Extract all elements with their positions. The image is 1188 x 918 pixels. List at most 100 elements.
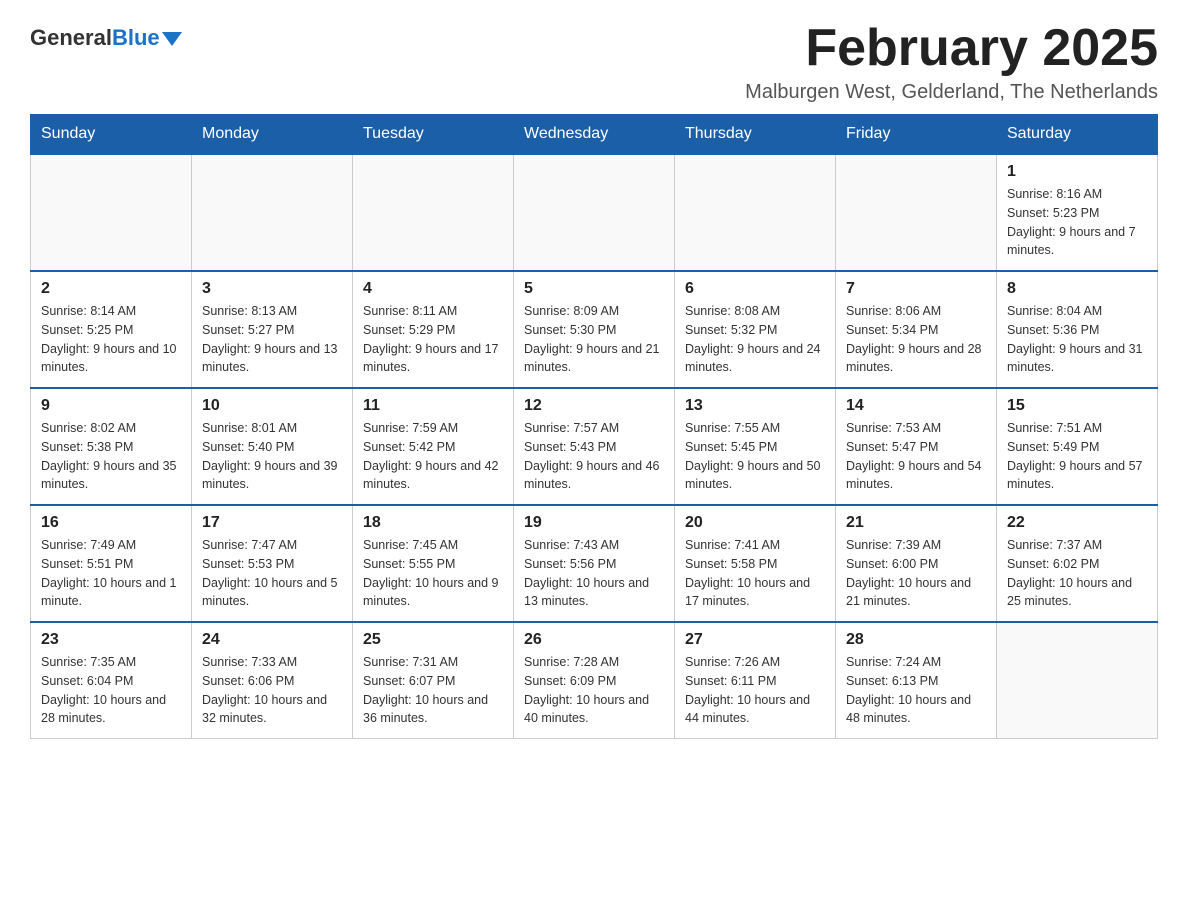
day-of-week-saturday: Saturday (997, 115, 1158, 155)
calendar-cell: 18 Sunrise: 7:45 AM Sunset: 5:55 PM Dayli… (353, 505, 514, 622)
calendar-cell: 1 Sunrise: 8:16 AM Sunset: 5:23 PM Daylig… (997, 154, 1158, 271)
day-info: Sunrise: 8:09 AM Sunset: 5:30 PM Dayligh… (524, 302, 664, 377)
day-of-week-tuesday: Tuesday (353, 115, 514, 155)
calendar-cell: 17 Sunrise: 7:47 AM Sunset: 5:53 PM Dayli… (192, 505, 353, 622)
day-number: 10 (202, 397, 342, 415)
day-of-week-sunday: Sunday (31, 115, 192, 155)
day-of-week-friday: Friday (836, 115, 997, 155)
day-info: Sunrise: 7:39 AM Sunset: 6:00 PM Dayligh… (846, 536, 986, 611)
calendar-cell: 24 Sunrise: 7:33 AM Sunset: 6:06 PM Dayli… (192, 622, 353, 739)
day-info: Sunrise: 7:47 AM Sunset: 5:53 PM Dayligh… (202, 536, 342, 611)
day-number: 13 (685, 397, 825, 415)
day-number: 16 (41, 514, 181, 532)
day-info: Sunrise: 7:24 AM Sunset: 6:13 PM Dayligh… (846, 653, 986, 728)
day-number: 1 (1007, 163, 1147, 181)
day-info: Sunrise: 8:06 AM Sunset: 5:34 PM Dayligh… (846, 302, 986, 377)
calendar-cell: 5 Sunrise: 8:09 AM Sunset: 5:30 PM Daylig… (514, 271, 675, 388)
calendar-week-4: 16 Sunrise: 7:49 AM Sunset: 5:51 PM Dayli… (31, 505, 1158, 622)
day-info: Sunrise: 7:33 AM Sunset: 6:06 PM Dayligh… (202, 653, 342, 728)
day-number: 3 (202, 280, 342, 298)
day-number: 21 (846, 514, 986, 532)
calendar-cell: 4 Sunrise: 8:11 AM Sunset: 5:29 PM Daylig… (353, 271, 514, 388)
day-info: Sunrise: 7:53 AM Sunset: 5:47 PM Dayligh… (846, 419, 986, 494)
day-number: 7 (846, 280, 986, 298)
calendar-cell: 20 Sunrise: 7:41 AM Sunset: 5:58 PM Dayli… (675, 505, 836, 622)
calendar-cell: 22Sunrise: 7:37 AM Sunset: 6:02 PM Dayli… (997, 505, 1158, 622)
calendar-week-2: 2 Sunrise: 8:14 AM Sunset: 5:25 PM Daylig… (31, 271, 1158, 388)
day-number: 20 (685, 514, 825, 532)
calendar-week-3: 9Sunrise: 8:02 AM Sunset: 5:38 PM Daylig… (31, 388, 1158, 505)
day-info: Sunrise: 7:55 AM Sunset: 5:45 PM Dayligh… (685, 419, 825, 494)
calendar-cell (192, 154, 353, 271)
calendar-cell: 6 Sunrise: 8:08 AM Sunset: 5:32 PM Daylig… (675, 271, 836, 388)
calendar-cell: 16 Sunrise: 7:49 AM Sunset: 5:51 PM Dayli… (31, 505, 192, 622)
day-info: Sunrise: 7:43 AM Sunset: 5:56 PM Dayligh… (524, 536, 664, 611)
day-number: 19 (524, 514, 664, 532)
calendar-table: SundayMondayTuesdayWednesdayThursdayFrid… (30, 114, 1158, 739)
location-subtitle: Malburgen West, Gelderland, The Netherla… (745, 81, 1158, 104)
calendar-cell: 15 Sunrise: 7:51 AM Sunset: 5:49 PM Dayli… (997, 388, 1158, 505)
day-info: Sunrise: 7:51 AM Sunset: 5:49 PM Dayligh… (1007, 419, 1147, 494)
calendar-cell: 19 Sunrise: 7:43 AM Sunset: 5:56 PM Dayli… (514, 505, 675, 622)
day-number: 5 (524, 280, 664, 298)
day-number: 12 (524, 397, 664, 415)
calendar-cell: 11Sunrise: 7:59 AM Sunset: 5:42 PM Dayli… (353, 388, 514, 505)
day-number: 14 (846, 397, 986, 415)
day-number: 6 (685, 280, 825, 298)
calendar-cell: 14 Sunrise: 7:53 AM Sunset: 5:47 PM Dayli… (836, 388, 997, 505)
calendar-cell (675, 154, 836, 271)
calendar-week-5: 23Sunrise: 7:35 AM Sunset: 6:04 PM Dayli… (31, 622, 1158, 739)
calendar-header: SundayMondayTuesdayWednesdayThursdayFrid… (31, 115, 1158, 155)
day-number: 23 (41, 631, 181, 649)
days-of-week-row: SundayMondayTuesdayWednesdayThursdayFrid… (31, 115, 1158, 155)
calendar-cell: 3 Sunrise: 8:13 AM Sunset: 5:27 PM Daylig… (192, 271, 353, 388)
day-number: 15 (1007, 397, 1147, 415)
calendar-cell (997, 622, 1158, 739)
logo-blue-text: Blue (112, 25, 160, 51)
day-number: 24 (202, 631, 342, 649)
day-info: Sunrise: 7:45 AM Sunset: 5:55 PM Dayligh… (363, 536, 503, 611)
day-number: 2 (41, 280, 181, 298)
day-of-week-wednesday: Wednesday (514, 115, 675, 155)
day-info: Sunrise: 8:08 AM Sunset: 5:32 PM Dayligh… (685, 302, 825, 377)
day-info: Sunrise: 7:57 AM Sunset: 5:43 PM Dayligh… (524, 419, 664, 494)
day-info: Sunrise: 7:28 AM Sunset: 6:09 PM Dayligh… (524, 653, 664, 728)
day-info: Sunrise: 8:13 AM Sunset: 5:27 PM Dayligh… (202, 302, 342, 377)
logo-general-text: General (30, 25, 112, 51)
day-number: 11 (363, 397, 503, 415)
day-info: Sunrise: 7:49 AM Sunset: 5:51 PM Dayligh… (41, 536, 181, 611)
day-number: 25 (363, 631, 503, 649)
day-info: Sunrise: 7:31 AM Sunset: 6:07 PM Dayligh… (363, 653, 503, 728)
day-info: Sunrise: 7:37 AM Sunset: 6:02 PM Dayligh… (1007, 536, 1147, 611)
day-number: 26 (524, 631, 664, 649)
calendar-cell: 7 Sunrise: 8:06 AM Sunset: 5:34 PM Daylig… (836, 271, 997, 388)
calendar-week-1: 1 Sunrise: 8:16 AM Sunset: 5:23 PM Daylig… (31, 154, 1158, 271)
day-info: Sunrise: 8:04 AM Sunset: 5:36 PM Dayligh… (1007, 302, 1147, 377)
day-number: 4 (363, 280, 503, 298)
calendar-cell (31, 154, 192, 271)
calendar-cell: 2 Sunrise: 8:14 AM Sunset: 5:25 PM Daylig… (31, 271, 192, 388)
calendar-cell: 13 Sunrise: 7:55 AM Sunset: 5:45 PM Dayli… (675, 388, 836, 505)
day-info: Sunrise: 8:01 AM Sunset: 5:40 PM Dayligh… (202, 419, 342, 494)
calendar-cell (353, 154, 514, 271)
day-number: 18 (363, 514, 503, 532)
day-number: 9 (41, 397, 181, 415)
day-number: 17 (202, 514, 342, 532)
calendar-cell: 8Sunrise: 8:04 AM Sunset: 5:36 PM Daylig… (997, 271, 1158, 388)
title-section: February 2025 Malburgen West, Gelderland… (745, 20, 1158, 104)
day-info: Sunrise: 7:26 AM Sunset: 6:11 PM Dayligh… (685, 653, 825, 728)
calendar-cell: 25 Sunrise: 7:31 AM Sunset: 6:07 PM Dayli… (353, 622, 514, 739)
calendar-body: 1 Sunrise: 8:16 AM Sunset: 5:23 PM Daylig… (31, 154, 1158, 739)
day-info: Sunrise: 8:11 AM Sunset: 5:29 PM Dayligh… (363, 302, 503, 377)
day-info: Sunrise: 8:14 AM Sunset: 5:25 PM Dayligh… (41, 302, 181, 377)
calendar-cell (514, 154, 675, 271)
day-info: Sunrise: 8:16 AM Sunset: 5:23 PM Dayligh… (1007, 185, 1147, 260)
day-info: Sunrise: 7:41 AM Sunset: 5:58 PM Dayligh… (685, 536, 825, 611)
logo-triangle-icon (162, 32, 182, 46)
logo: General Blue (30, 20, 182, 51)
calendar-cell: 9Sunrise: 8:02 AM Sunset: 5:38 PM Daylig… (31, 388, 192, 505)
calendar-cell: 10 Sunrise: 8:01 AM Sunset: 5:40 PM Dayli… (192, 388, 353, 505)
month-year-title: February 2025 (745, 20, 1158, 77)
calendar-cell: 26 Sunrise: 7:28 AM Sunset: 6:09 PM Dayli… (514, 622, 675, 739)
day-of-week-monday: Monday (192, 115, 353, 155)
